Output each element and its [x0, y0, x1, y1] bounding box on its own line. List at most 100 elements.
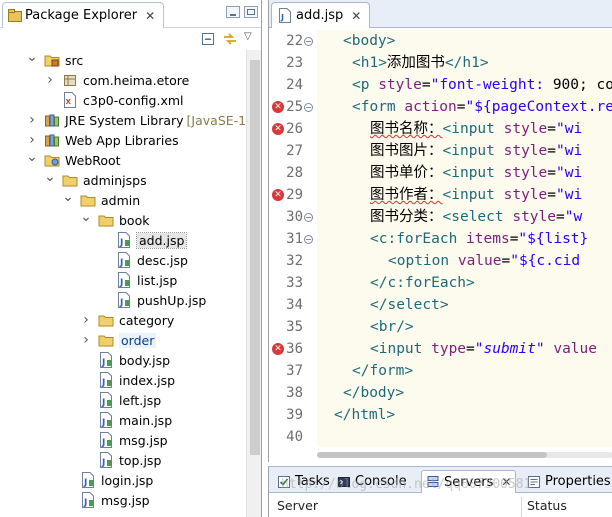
column-header-server[interactable]: Server — [277, 498, 318, 513]
code-token: = — [501, 253, 511, 269]
scrollbar-thumb[interactable] — [317, 452, 547, 458]
view-menu-icon[interactable]: ▽ — [244, 31, 252, 42]
tree-item[interactable]: Jmsg.jsp — [80, 430, 168, 450]
tree-vertical-scrollbar[interactable] — [246, 50, 261, 517]
line-number: 39 — [286, 407, 303, 423]
code-line: 图书名称：<input style="wi — [370, 118, 582, 140]
tree-item[interactable]: › Web App Libraries — [26, 130, 178, 150]
column-separator — [521, 497, 522, 517]
tree-item[interactable]: ⌄ book — [80, 207, 149, 230]
chevron-right-icon[interactable]: › — [80, 330, 92, 350]
code-token: = — [547, 121, 556, 137]
chevron-right-icon[interactable]: › — [80, 310, 92, 330]
code-token: type — [431, 341, 467, 357]
chevron-down-icon[interactable]: ⌄ — [44, 167, 56, 187]
column-header-status[interactable]: Status — [527, 498, 567, 513]
chevron-right-icon[interactable]: › — [26, 110, 38, 130]
line-number: 28 — [286, 165, 303, 181]
tree-item[interactable]: Jindex.jsp — [80, 370, 175, 390]
tree-item[interactable]: Jbody.jsp — [80, 350, 170, 370]
tree-item-label: com.heima.etore — [83, 72, 190, 88]
fold-toggle-icon[interactable]: − — [304, 37, 313, 46]
link-with-editor-icon[interactable] — [222, 31, 238, 47]
error-marker-icon[interactable]: ✕ — [272, 101, 284, 113]
editor-tab-label: add.jsp — [296, 8, 344, 23]
folder-icon — [80, 195, 96, 207]
fold-toggle-icon[interactable]: − — [304, 235, 313, 244]
chevron-down-icon[interactable]: ⌄ — [26, 147, 38, 167]
scrollbar-thumb[interactable] — [250, 60, 260, 455]
editor-tab-add-jsp[interactable]: J add.jsp ✕ — [271, 2, 371, 28]
chevron-down-icon[interactable]: ⌄ — [80, 207, 92, 227]
code-token: <br/> — [370, 319, 414, 335]
tree-item[interactable]: ⌄ adminjsps — [44, 167, 147, 190]
tree-item[interactable]: ⌄ admin — [62, 187, 140, 210]
tree-item-label: adminjsps — [83, 172, 147, 188]
tree-item[interactable]: › com.heima.etore — [44, 70, 189, 90]
folder-icon — [62, 175, 78, 187]
close-icon[interactable]: ✕ — [351, 9, 361, 23]
line-number: 34 — [286, 297, 303, 313]
panel-tab-servers[interactable]: Servers ✕ — [421, 470, 517, 493]
tree-item[interactable]: Jleft.jsp — [80, 390, 161, 410]
chevron-down-icon[interactable]: ⌄ — [62, 187, 74, 207]
svg-text:J: J — [101, 458, 105, 468]
svg-text:J: J — [101, 418, 105, 428]
code-token: action — [404, 99, 457, 115]
line-number: 38 — [286, 385, 303, 401]
minimize-button[interactable] — [226, 6, 240, 18]
close-icon[interactable]: ✕ — [501, 475, 511, 489]
tree-item[interactable]: Jmain.jsp — [80, 410, 172, 430]
tree-item-label: msg.jsp — [119, 432, 168, 448]
panel-tab-tasks[interactable]: Tasks — [273, 470, 334, 493]
collapse-all-icon[interactable] — [200, 31, 216, 47]
chevron-right-icon[interactable]: › — [44, 70, 56, 90]
tree-item[interactable]: Xc3p0-config.xml — [44, 90, 184, 110]
code-token: = — [556, 209, 565, 225]
error-marker-icon[interactable]: ✕ — [272, 189, 284, 201]
tree-item[interactable]: ⌄ WebRoot — [26, 147, 121, 170]
tree-item[interactable]: Jdesc.jsp — [98, 250, 188, 270]
tree-item[interactable]: Jtop.jsp — [80, 450, 161, 470]
code-text-area[interactable]: <body> <h1>添加图书</h1> <p style="font-weight… — [317, 30, 612, 462]
package-explorer-tab[interactable]: Package Explorer ✕ — [2, 2, 165, 28]
tree-item[interactable]: Jlist.jsp — [98, 270, 177, 290]
source-folder-icon — [44, 55, 60, 67]
tree-item[interactable]: Jmsg.jsp — [62, 490, 150, 510]
fold-toggle-icon[interactable]: − — [304, 213, 313, 222]
tree-item-label: WebRoot — [65, 152, 121, 168]
code-token: "wi — [556, 121, 583, 137]
tree-item[interactable]: Jlogin.jsp — [62, 470, 153, 490]
tree-item[interactable]: ⌄ src — [26, 47, 84, 70]
chevron-down-icon[interactable]: ⌄ — [26, 47, 38, 67]
code-line: </c:forEach> — [370, 272, 475, 294]
panel-tab-properties[interactable]: Properties — [523, 470, 612, 493]
panel-tab-label: Console — [355, 474, 407, 489]
tasks-icon — [278, 475, 290, 488]
editor-horizontal-scrollbar[interactable] — [269, 447, 612, 462]
code-token: 图书名称： — [370, 121, 443, 137]
code-line: <input type="submit" value — [370, 338, 597, 360]
svg-text:J: J — [101, 358, 105, 368]
close-icon[interactable]: ✕ — [145, 9, 155, 23]
panel-tab-console[interactable]: Console — [333, 470, 411, 493]
tree-item[interactable]: Jadd.jsp — [98, 230, 188, 250]
tree-item[interactable]: › order — [80, 330, 157, 350]
code-token: style — [512, 209, 556, 225]
jsp-file-icon: J — [100, 452, 112, 468]
error-marker-icon[interactable]: ✕ — [272, 123, 284, 135]
error-marker-icon[interactable]: ✕ — [272, 343, 284, 355]
jsp-file-icon: J — [100, 372, 112, 388]
fold-toggle-icon[interactable]: − — [304, 103, 313, 112]
maximize-button[interactable] — [244, 6, 258, 18]
tree-item[interactable]: JpushUp.jsp — [98, 290, 206, 310]
tree-item-label: src — [65, 52, 84, 68]
tree-item[interactable]: › JRE System Library [JavaSE-1.7] — [26, 110, 261, 130]
code-token: "wi — [556, 143, 583, 159]
tree-item[interactable]: › category — [80, 310, 174, 330]
